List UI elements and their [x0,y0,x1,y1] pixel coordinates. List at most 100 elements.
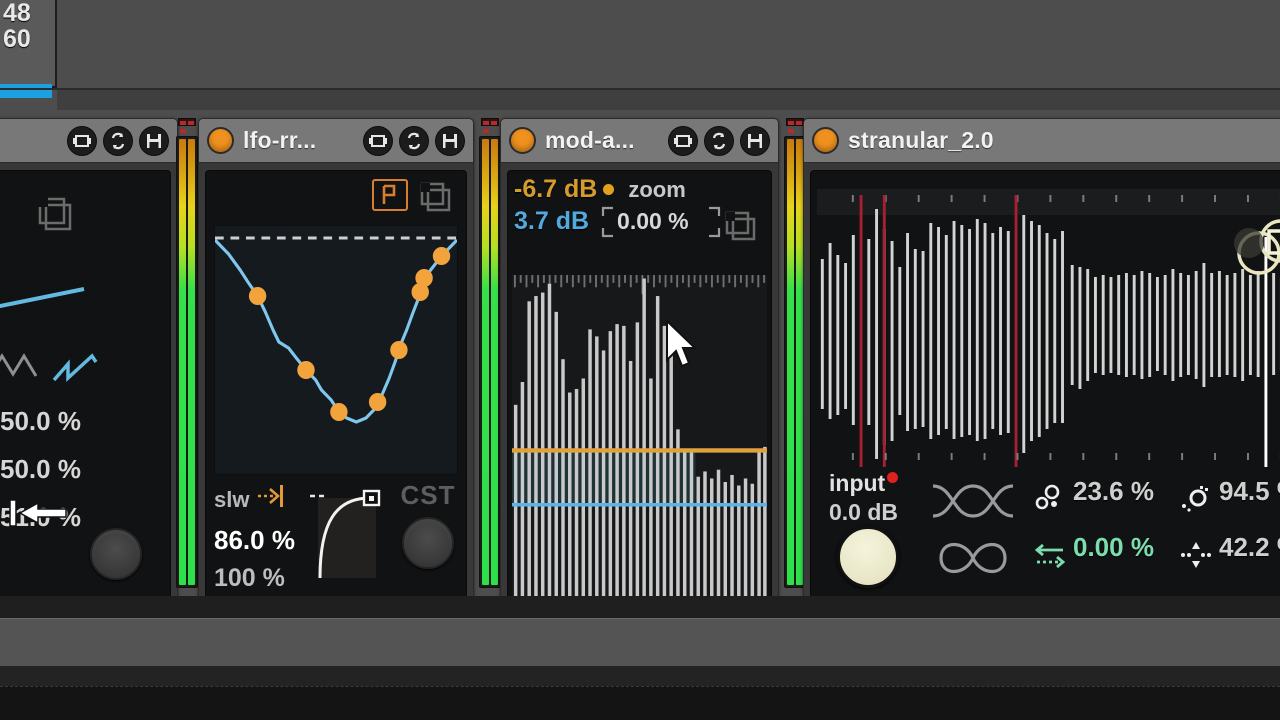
refresh-icon[interactable] [399,126,429,156]
lfo-node [249,287,266,305]
device-chain-row: n... [0,110,1280,620]
device-1-waveform-display[interactable] [0,177,164,337]
device-panel-2[interactable]: lfo-rr... [198,118,474,606]
save-icon[interactable] [139,126,169,156]
readout-db-low[interactable]: 3.7 dB [514,207,589,236]
device-4-name: stranular_2.0 [848,127,1280,154]
clip-selection-highlight[interactable] [0,84,52,98]
infinity-icon[interactable] [927,534,1019,587]
device-3-power-toggle[interactable] [509,127,536,154]
clip-number-2: 60 [0,27,55,53]
input-label-row: input [829,470,898,497]
map-icon[interactable] [363,126,393,156]
device-2-knob[interactable] [402,517,454,569]
save-icon[interactable] [435,126,465,156]
device-1-titlebar: n... [0,119,177,163]
device-1-param-row[interactable]: % 50.0 % [0,397,170,445]
crossfade-icon[interactable] [927,478,1019,529]
input-indicator-dot [887,472,898,483]
device-3-title-buttons [668,126,770,156]
bottom-toolbar[interactable] [0,618,1280,666]
spray-icon[interactable] [1179,484,1213,519]
bottom-status-bar [0,686,1280,720]
refresh-icon[interactable] [103,126,133,156]
clip-slot-box[interactable]: 48 60 [0,0,57,88]
device-2-name: lfo-rr... [243,127,354,154]
input-label: input [829,470,885,496]
device-2-value-primary: 86.0 % [214,525,302,556]
granular-waveform-display[interactable] [817,177,1280,469]
meter-frame [176,136,198,588]
grains-icon[interactable] [1033,484,1065,519]
lfo-curve-display[interactable] [214,225,458,475]
clip-indicator[interactable] [178,118,196,126]
ramp-wave-icon[interactable] [50,350,104,391]
lfo-curve-line [215,240,457,422]
map-icon[interactable] [67,126,97,156]
meter-bar-left [179,139,186,585]
spread-icon[interactable] [1179,540,1213,575]
device-3-name: mod-a... [545,127,659,154]
envelope-curve-display[interactable] [306,482,398,582]
clip-indicator[interactable] [786,118,804,126]
refresh-icon[interactable] [704,126,734,156]
triangle-wave-icon[interactable] [0,350,40,391]
lfo-node-group [249,247,450,421]
device-1-name: n... [0,127,58,154]
device-3-titlebar: mod-a... [501,119,778,163]
strip-lower-band [57,90,1280,110]
device-2-power-toggle[interactable] [207,127,234,154]
meter-bar-left [787,139,794,585]
arrows-value[interactable]: 0.00 % [1073,532,1154,563]
lfo-curve-chart [215,226,457,474]
device-panel-3[interactable]: mod-a... -6.7 dB zoom [500,118,779,606]
device-1-screen[interactable]: % 50.0 % % 50.0 % % [0,170,171,599]
lfo-node [369,393,386,411]
device-4-power-toggle[interactable] [812,127,839,154]
device-1-knob[interactable] [90,528,142,580]
save-icon[interactable] [740,126,770,156]
session-top-strip: 48 60 [0,0,1280,110]
histogram-chart [512,275,767,596]
duplicate-icon[interactable] [418,180,454,219]
param-value: 50.0 % [0,406,81,437]
device-2-screen[interactable]: slw 86.0 % 100 % [205,170,467,599]
grains-value[interactable]: 23.6 % [1073,476,1154,507]
device-2-footer-right: CST [398,478,458,569]
device-2-footer-left: slw 86.0 % 100 % [214,478,302,593]
device-2-footer: slw 86.0 % 100 % [214,478,458,590]
snap-right-icon[interactable] [255,482,289,517]
bottom-dark-band [0,596,1280,618]
lfo-node [415,269,432,287]
device-2-value-secondary: 100 % [214,564,302,593]
bottom-divider-band [0,666,1280,686]
waveform-chart [817,177,1280,469]
zoom-value: 0.00 % [617,208,689,234]
meter-bar-right [796,139,803,585]
jump-to-start-icon[interactable] [8,496,70,535]
device-3-screen[interactable]: -6.7 dB zoom 3.7 dB [507,170,772,599]
device-2-title-buttons [363,126,465,156]
duplicate-icon[interactable] [723,209,759,248]
indicator-dot [603,184,614,195]
grain-overlay-icon[interactable] [1231,213,1280,288]
device-4-screen[interactable]: input 0.0 dB 23.6 % [810,170,1280,599]
device-panel-4[interactable]: stranular_2.0 [803,118,1280,606]
modulation-histogram[interactable] [512,275,767,596]
device-1-body: % 50.0 % % 50.0 % % [0,164,177,605]
mode-label: slw [214,487,249,513]
zoom-label: zoom [628,177,685,203]
spread-value[interactable]: 42.2 % [1219,532,1280,563]
readout-db-high[interactable]: -6.7 dB [514,175,597,204]
map-icon[interactable] [668,126,698,156]
input-db-value[interactable]: 0.0 dB [829,499,898,526]
meter-bar-right [491,139,498,585]
zoom-value-field[interactable]: 0.00 % [601,206,693,237]
p-button[interactable] [372,179,408,211]
output-knob[interactable] [837,526,899,588]
lfo-node [433,247,450,265]
device-panel-1[interactable]: n... [0,118,178,606]
spray-value[interactable]: 94.5 % [1219,476,1280,507]
clip-indicator[interactable] [481,118,499,126]
arrows-icon[interactable] [1033,540,1067,575]
